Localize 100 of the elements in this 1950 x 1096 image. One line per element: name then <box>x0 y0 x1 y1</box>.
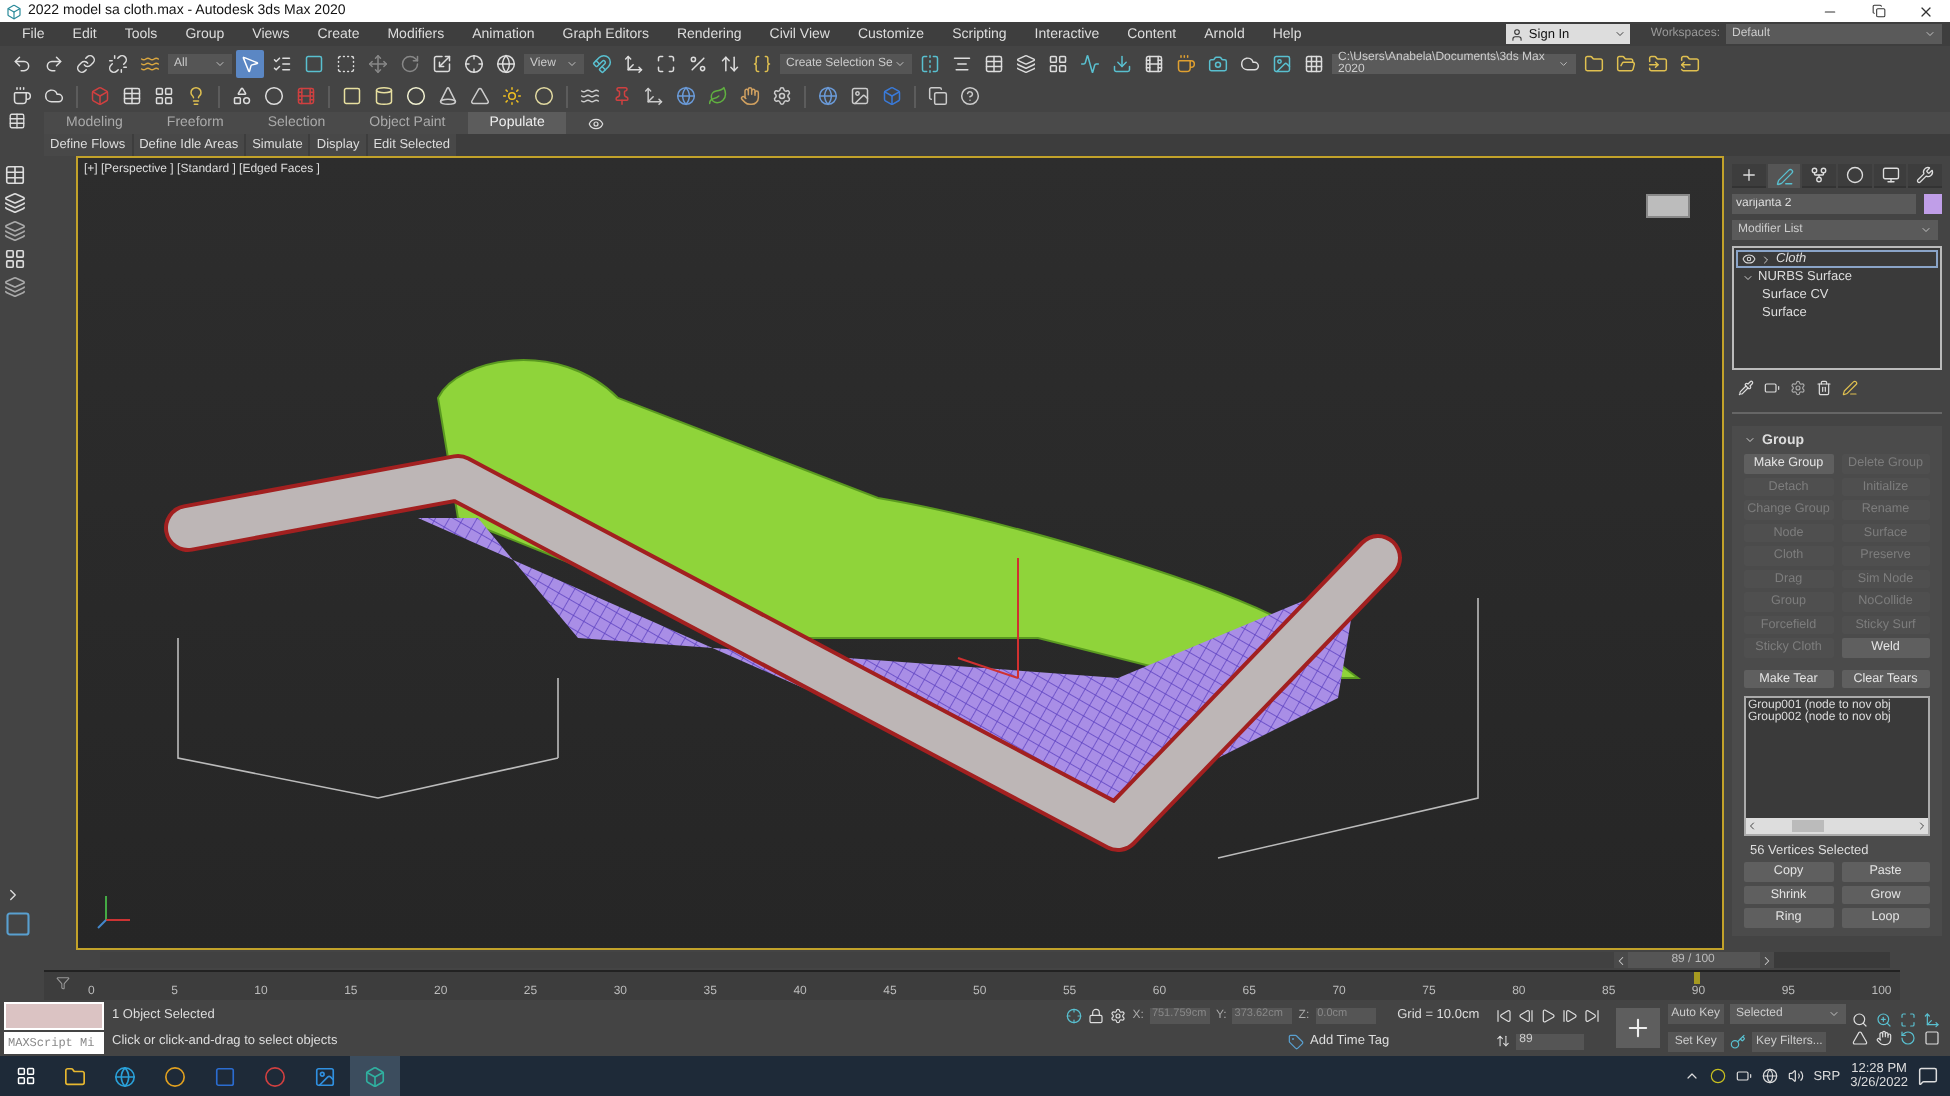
lock-icon[interactable] <box>1088 1007 1105 1023</box>
orbit-icon[interactable] <box>1900 1029 1916 1045</box>
expand-icon[interactable] <box>4 886 22 904</box>
show-hidden-icons-icon[interactable] <box>1683 1068 1700 1084</box>
restore-icon[interactable] <box>1871 4 1885 18</box>
previous-frame-icon[interactable] <box>1517 1007 1534 1023</box>
battery-icon[interactable] <box>1735 1068 1752 1084</box>
shapes-icon[interactable] <box>232 86 252 106</box>
spinner-snap-icon[interactable] <box>720 53 740 73</box>
pin-stack-icon[interactable] <box>1738 380 1754 396</box>
wave-icon[interactable] <box>140 53 160 73</box>
image-icon[interactable] <box>850 86 870 106</box>
mirror-icon[interactable] <box>920 53 940 73</box>
panel-tab[interactable] <box>1732 164 1766 188</box>
braces-icon[interactable] <box>752 53 772 73</box>
panel-tab[interactable] <box>1802 164 1837 188</box>
hand-icon[interactable] <box>740 86 760 106</box>
scale-icon[interactable] <box>432 53 452 73</box>
layers-icon[interactable] <box>4 192 26 214</box>
leaf-icon[interactable] <box>708 86 728 106</box>
layer-explorer-icon[interactable] <box>4 220 26 242</box>
gear-icon[interactable] <box>772 86 792 106</box>
unlink-icon[interactable] <box>108 53 128 73</box>
previous-frame-icon[interactable] <box>1613 953 1628 967</box>
panel-tab[interactable] <box>1767 164 1801 188</box>
axis-icon[interactable] <box>624 53 644 73</box>
play-icon[interactable] <box>1539 1007 1556 1023</box>
key-icon[interactable] <box>1730 1033 1746 1050</box>
list-icon[interactable] <box>272 53 292 73</box>
scrollbar-thumb[interactable] <box>1791 820 1823 832</box>
square-icon[interactable] <box>342 86 362 106</box>
folder-icon[interactable] <box>1648 53 1668 73</box>
cloud-icon[interactable] <box>1240 53 1260 73</box>
sphere-icon[interactable] <box>818 86 838 106</box>
folder-icon[interactable] <box>1616 53 1636 73</box>
circle-icon[interactable] <box>264 86 284 106</box>
network-icon[interactable] <box>1761 1068 1778 1084</box>
dashed-square-icon[interactable] <box>336 53 356 73</box>
zoom-icon[interactable] <box>1852 1011 1868 1027</box>
go-to-end-icon[interactable] <box>1583 1007 1600 1023</box>
panel-tab[interactable] <box>1908 164 1943 188</box>
table-icon[interactable] <box>122 86 142 106</box>
zoom-all-icon[interactable] <box>1876 1011 1892 1027</box>
next-frame-icon[interactable] <box>1759 953 1774 967</box>
collapse-icon[interactable] <box>1744 434 1756 446</box>
grid-layout-icon[interactable] <box>1048 53 1068 73</box>
go-to-start-icon[interactable] <box>1495 1007 1512 1023</box>
lines-icon[interactable] <box>580 86 600 106</box>
eye-icon <box>1742 252 1756 266</box>
globe-icon[interactable] <box>676 86 696 106</box>
modeling-app-icon[interactable] <box>364 1065 386 1087</box>
camera-icon[interactable] <box>1208 53 1228 73</box>
triangle-icon[interactable] <box>470 86 490 106</box>
eye-icon[interactable] <box>588 115 605 131</box>
copy-icon[interactable] <box>928 86 948 106</box>
select-icon[interactable] <box>240 53 260 73</box>
notifications-icon[interactable] <box>1918 1066 1938 1086</box>
start-icon[interactable] <box>15 1066 35 1086</box>
pan-icon[interactable] <box>1876 1029 1892 1045</box>
image-icon[interactable] <box>1272 53 1292 73</box>
layers-icon[interactable] <box>1016 53 1036 73</box>
folder-icon[interactable] <box>1680 53 1700 73</box>
remove-modifier-icon[interactable] <box>1816 380 1832 396</box>
download-icon[interactable] <box>1112 53 1132 73</box>
object-color-swatch[interactable] <box>1924 194 1942 214</box>
rotate-icon[interactable] <box>400 53 420 73</box>
folder-icon[interactable] <box>1584 53 1604 73</box>
link-icon[interactable] <box>76 53 96 73</box>
maximize-viewport-icon[interactable] <box>1924 1029 1940 1045</box>
gizmo-icon[interactable] <box>644 86 664 106</box>
rectangle-selection-icon[interactable] <box>304 53 324 73</box>
target-icon[interactable] <box>464 53 484 73</box>
zoom-extents-icon[interactable] <box>1900 1011 1916 1027</box>
disc-icon[interactable] <box>534 86 554 106</box>
magnet-icon[interactable] <box>592 53 612 73</box>
cloud-icon[interactable] <box>44 86 64 106</box>
stack-icon[interactable] <box>4 276 26 298</box>
percent-snap-icon[interactable] <box>688 53 708 73</box>
panel-tab[interactable] <box>1873 164 1907 188</box>
sun-icon[interactable] <box>502 86 522 106</box>
close-icon[interactable] <box>1918 3 1934 19</box>
set-key-button[interactable] <box>1615 1008 1660 1048</box>
next-frame-icon[interactable] <box>1561 1007 1578 1023</box>
volume-icon[interactable] <box>1787 1068 1804 1084</box>
panel-tab[interactable] <box>1838 164 1872 188</box>
undo-icon[interactable] <box>12 53 32 73</box>
help-icon[interactable] <box>960 86 980 106</box>
table-icon[interactable] <box>984 53 1004 73</box>
grid-layout-icon[interactable] <box>154 86 174 106</box>
light-icon[interactable] <box>186 86 206 106</box>
redo-icon[interactable] <box>44 53 64 73</box>
align-icon[interactable] <box>952 53 972 73</box>
curve-icon[interactable] <box>1080 53 1100 73</box>
folder-icon[interactable] <box>64 1065 86 1087</box>
grid-icon[interactable] <box>1304 53 1324 73</box>
cone-icon[interactable] <box>438 86 458 106</box>
motion-icon <box>1845 166 1864 184</box>
grid-icon[interactable] <box>4 248 26 270</box>
configure-icon[interactable] <box>1842 380 1858 396</box>
move-icon[interactable] <box>368 53 388 73</box>
